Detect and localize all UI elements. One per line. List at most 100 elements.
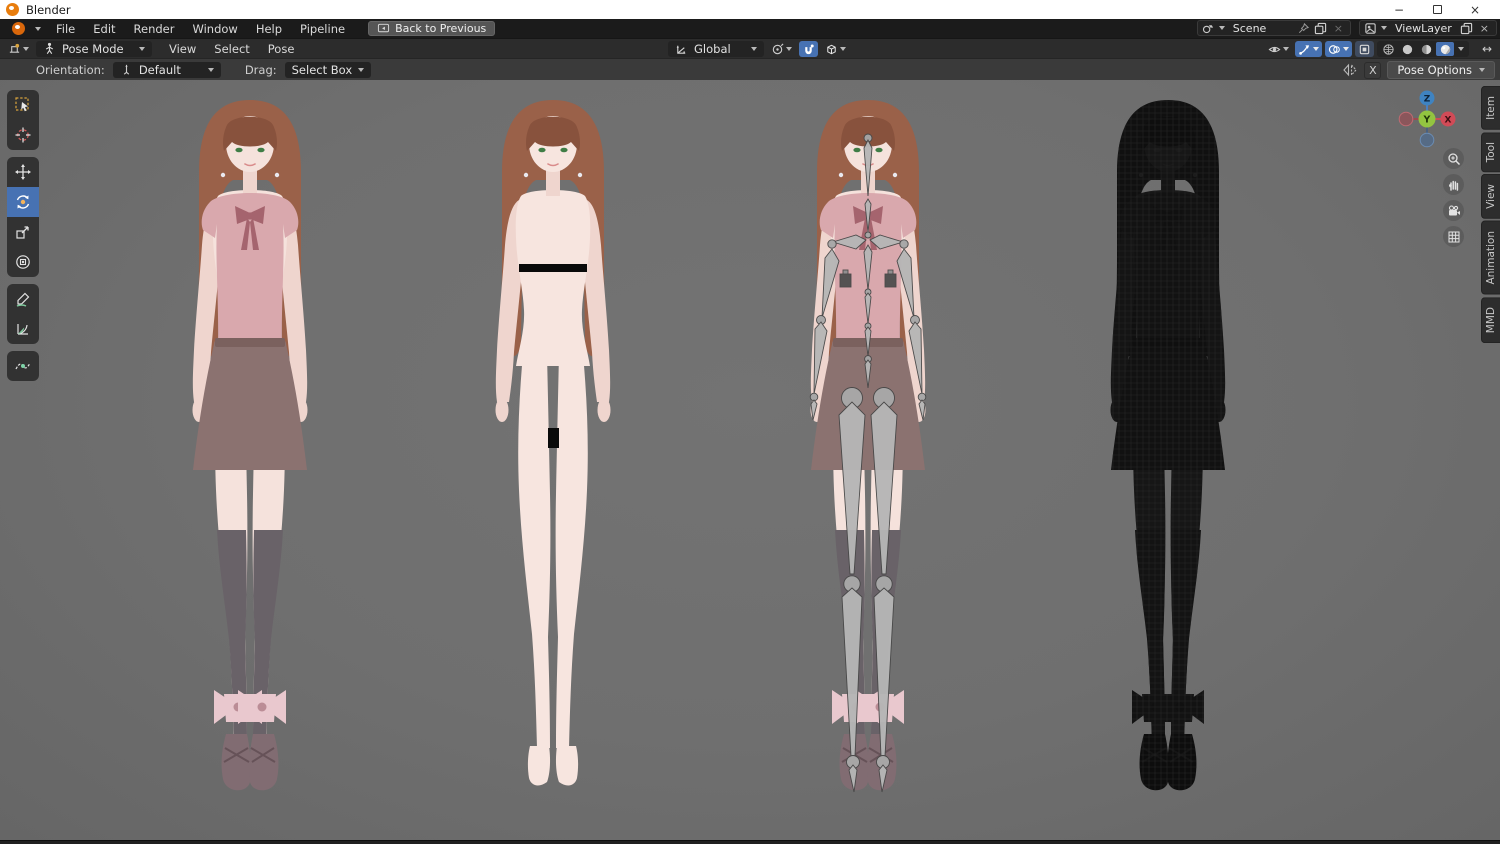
tool-cursor[interactable] bbox=[7, 120, 39, 150]
xray-toggle[interactable] bbox=[1355, 41, 1374, 57]
blender-app-menu[interactable] bbox=[6, 22, 47, 35]
svg-text:X: X bbox=[1445, 115, 1452, 125]
close-button[interactable]: × bbox=[1456, 0, 1494, 19]
scene-selector[interactable]: Scene × bbox=[1196, 20, 1351, 36]
proportional-editing-dropdown[interactable] bbox=[822, 41, 849, 57]
menu-edit[interactable]: Edit bbox=[84, 19, 124, 38]
chevron-down-icon bbox=[1218, 26, 1225, 30]
menu-view[interactable]: View bbox=[160, 42, 205, 56]
tool-rotate[interactable] bbox=[7, 187, 39, 217]
model-base-body[interactable] bbox=[453, 98, 653, 800]
tab-view[interactable]: View bbox=[1481, 174, 1500, 220]
mirror-x-toggle-button[interactable]: X bbox=[1364, 61, 1382, 79]
remove-icon[interactable]: × bbox=[1477, 22, 1492, 35]
viewlayer-selector[interactable]: ViewLayer × bbox=[1359, 20, 1497, 36]
orientation-axes-icon bbox=[676, 45, 686, 54]
zoom-button[interactable] bbox=[1443, 148, 1464, 169]
pan-hand-button[interactable] bbox=[1443, 174, 1464, 195]
chevron-down-icon bbox=[840, 47, 846, 51]
window-title: Blender bbox=[26, 2, 71, 17]
overlays-toggle[interactable] bbox=[1325, 41, 1352, 57]
tab-animation[interactable]: Animation bbox=[1481, 221, 1500, 295]
chevron-down-icon bbox=[1283, 47, 1289, 51]
tab-item[interactable]: Item bbox=[1481, 86, 1500, 130]
blender-window: Blender − × File Edit Render Window Help… bbox=[0, 0, 1500, 844]
new-copy-icon[interactable] bbox=[1314, 22, 1327, 35]
shading-rendered-button[interactable] bbox=[1436, 42, 1454, 56]
scene-name: Scene bbox=[1232, 21, 1267, 35]
tool-transform[interactable] bbox=[7, 247, 39, 277]
tab-mmd[interactable]: MMD bbox=[1481, 296, 1500, 343]
back-to-previous-button[interactable]: Back to Previous bbox=[368, 21, 496, 36]
menu-help[interactable]: Help bbox=[247, 19, 291, 38]
chevron-down-icon bbox=[207, 67, 214, 72]
gizmo-minus-x-axis[interactable] bbox=[1398, 111, 1414, 127]
menu-pipeline[interactable]: Pipeline bbox=[291, 19, 354, 38]
editor-3d-viewport-icon bbox=[9, 43, 20, 53]
visibility-dropdown[interactable] bbox=[1265, 41, 1292, 57]
tool-move[interactable] bbox=[7, 157, 39, 187]
orientation-label: Orientation: bbox=[36, 62, 105, 77]
chevron-down-icon bbox=[139, 46, 145, 51]
drag-mode-dropdown[interactable]: Select Box bbox=[284, 61, 372, 78]
proportional-edit-icon bbox=[827, 44, 836, 54]
menu-render[interactable]: Render bbox=[125, 19, 184, 38]
tool-measure[interactable] bbox=[7, 314, 39, 344]
ortho-grid-button[interactable] bbox=[1443, 226, 1464, 247]
snap-toggle[interactable] bbox=[799, 41, 818, 57]
editor-type-selector[interactable] bbox=[5, 41, 32, 57]
tool-annotate[interactable] bbox=[7, 284, 39, 314]
tool-scale[interactable] bbox=[7, 217, 39, 247]
chevron-down-icon bbox=[358, 67, 365, 72]
pose-mode-icon bbox=[45, 42, 54, 55]
svg-text:Z: Z bbox=[1424, 94, 1431, 104]
restore-button[interactable] bbox=[1418, 0, 1456, 19]
viewport-toolbar bbox=[7, 90, 39, 381]
tab-tool[interactable]: Tool bbox=[1481, 131, 1500, 173]
menu-select[interactable]: Select bbox=[205, 42, 258, 56]
mode-selector-dropdown[interactable]: Pose Mode bbox=[36, 40, 152, 57]
new-copy-icon[interactable] bbox=[1460, 22, 1473, 35]
gizmo-arrow-icon bbox=[1299, 44, 1310, 55]
sidebar-tabs: Item Tool View Animation MMD bbox=[1481, 86, 1500, 343]
chevron-down-icon bbox=[23, 46, 29, 51]
camera-view-button[interactable] bbox=[1443, 200, 1464, 221]
eye-icon bbox=[1268, 46, 1281, 52]
menu-pose[interactable]: Pose bbox=[259, 42, 304, 56]
chevron-down-icon bbox=[1479, 68, 1485, 72]
blender-icon bbox=[12, 22, 25, 35]
shading-wireframe-button[interactable] bbox=[1379, 42, 1397, 56]
transform-orientation-dropdown[interactable]: Global bbox=[668, 41, 764, 57]
minimize-button[interactable]: − bbox=[1380, 0, 1418, 19]
viewport-header: Pose Mode View Select Pose Global ↔ bbox=[0, 38, 1500, 58]
orientation-default-dropdown[interactable]: Default bbox=[112, 61, 221, 78]
orientation-gizmo[interactable]: Z X Y bbox=[1396, 88, 1458, 153]
gizmo-minus-z-axis[interactable] bbox=[1419, 132, 1435, 148]
orientation-value: Global bbox=[694, 42, 731, 56]
model-wireframe[interactable] bbox=[1068, 98, 1268, 800]
unlink-icon: × bbox=[1333, 21, 1343, 35]
menu-window[interactable]: Window bbox=[183, 19, 246, 38]
model-with-armature[interactable] bbox=[768, 98, 968, 800]
gizmos-toggle[interactable] bbox=[1295, 41, 1322, 57]
pin-icon[interactable] bbox=[1297, 22, 1310, 35]
pose-options-dropdown[interactable]: Pose Options bbox=[1387, 61, 1495, 79]
viewport-3d[interactable]: Z X Y Item Tool View Animation MMD bbox=[0, 80, 1500, 840]
mirror-x-icon[interactable] bbox=[1342, 62, 1358, 78]
viewport-nav-buttons bbox=[1443, 148, 1464, 247]
overlays-icon bbox=[1328, 44, 1340, 54]
model-clothed[interactable] bbox=[150, 98, 350, 800]
pivot-point-dropdown[interactable] bbox=[768, 41, 795, 57]
tool-settings-bar: Orientation: Default Drag: Select Box X … bbox=[0, 58, 1500, 80]
drag-label: Drag: bbox=[244, 62, 277, 77]
chevron-down-icon bbox=[1381, 26, 1387, 30]
tool-pose-breakdowner[interactable] bbox=[7, 351, 39, 381]
shading-material-button[interactable] bbox=[1417, 42, 1435, 56]
chevron-down-icon bbox=[1313, 47, 1319, 51]
shading-solid-button[interactable] bbox=[1398, 42, 1416, 56]
xray-icon bbox=[1359, 44, 1370, 54]
expand-header-button[interactable]: ↔ bbox=[1478, 41, 1496, 57]
tool-select-box[interactable] bbox=[7, 90, 39, 120]
svg-text:Y: Y bbox=[1423, 115, 1431, 126]
menu-file[interactable]: File bbox=[47, 19, 84, 38]
